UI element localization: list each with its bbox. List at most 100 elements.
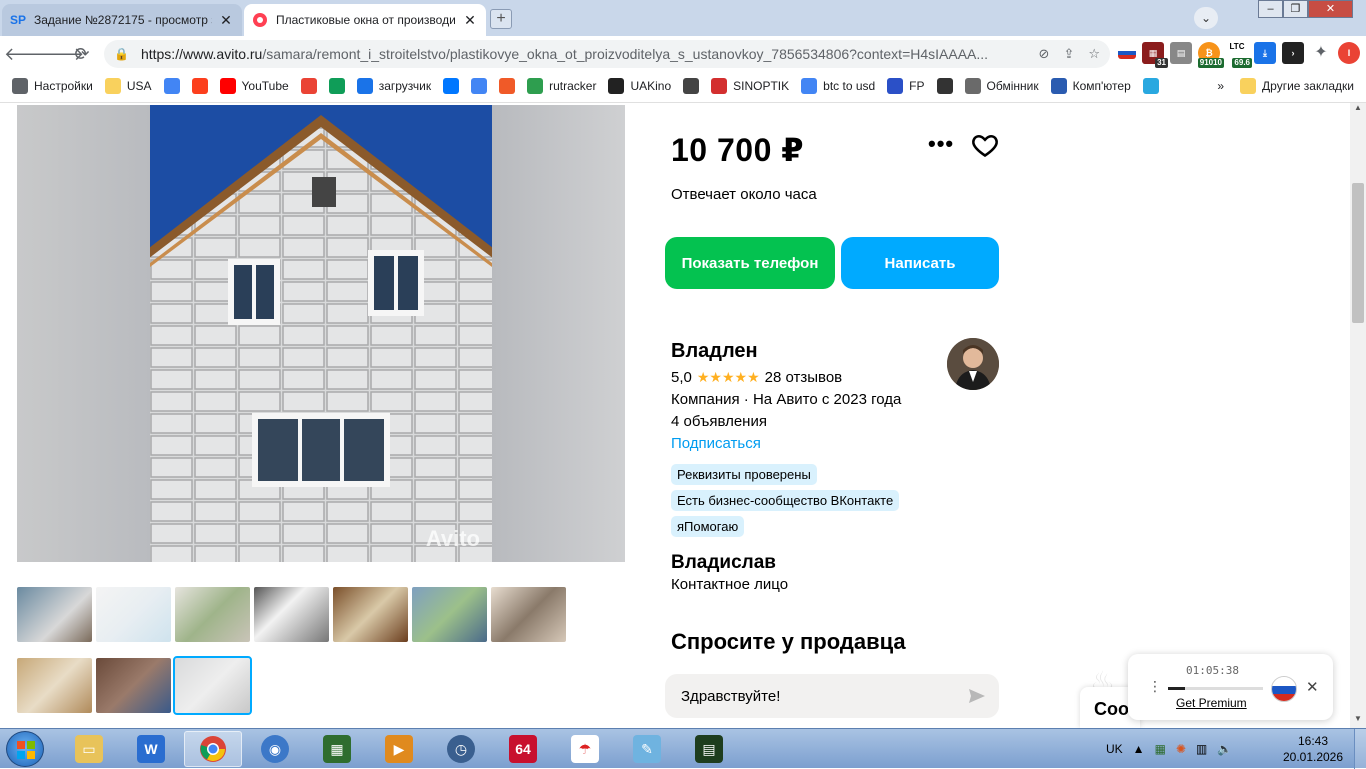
bookmark-horse[interactable] [683, 78, 700, 94]
show-desktop-button[interactable] [1354, 729, 1366, 769]
tray-expand-icon[interactable]: ▲ [1133, 742, 1145, 756]
page-scrollbar[interactable]: ▲ ▼ [1350, 103, 1366, 728]
photo-thumbnail[interactable] [175, 587, 250, 642]
address-bar[interactable]: 🔒 https://www.avito.ru/samara/remont_i_s… [104, 40, 1110, 68]
close-icon[interactable]: ✕ [218, 12, 234, 29]
bookmark-fp[interactable]: FP [887, 78, 925, 94]
seller-name[interactable]: Владлен [671, 340, 758, 363]
globe-taskbar[interactable]: ◉ [246, 731, 304, 767]
clock-taskbar[interactable]: ◷ [432, 731, 490, 767]
maximize-button[interactable]: ❐ [1283, 0, 1308, 18]
calendar-icon[interactable]: ▦ 31 [1142, 42, 1168, 68]
bookmark-комп-ютер[interactable]: Комп'ютер [1050, 78, 1131, 94]
new-tab-button[interactable]: + [490, 9, 512, 29]
bookmark-vk[interactable] [443, 78, 460, 94]
photo-thumbnail[interactable] [173, 656, 252, 715]
tray-volume-icon[interactable]: 🔈 [1217, 742, 1232, 756]
vpn-close-icon[interactable]: ✕ [1306, 678, 1319, 696]
show-phone-button[interactable]: Показать телефон [665, 237, 835, 289]
bookmark-translate[interactable] [471, 78, 488, 94]
reload-icon[interactable]: ⟳ [68, 40, 96, 68]
bookmark-usa[interactable]: USA [104, 78, 152, 94]
other-bookmarks[interactable]: Другие закладки [1240, 78, 1354, 94]
tab-avito[interactable]: Пластиковые окна от производи ✕ [244, 4, 486, 36]
bookmark-uakino[interactable]: UAKino [608, 78, 671, 94]
photo-thumbnail[interactable] [333, 587, 408, 642]
language-indicator[interactable]: UK [1106, 742, 1123, 756]
terminal-taskbar[interactable]: ▤ [680, 731, 738, 767]
write-message-button[interactable]: Написать [841, 237, 999, 289]
flag-ru-icon[interactable] [1271, 676, 1297, 702]
photo-thumbnail[interactable] [17, 587, 92, 642]
puzzle-icon[interactable]: ✦ [1310, 42, 1332, 64]
console-icon[interactable]: › [1282, 42, 1304, 64]
photo-thumbnail[interactable] [254, 587, 329, 642]
back-icon[interactable]: 🡐 [4, 40, 52, 68]
tray-network-icon[interactable]: ✺ [1176, 742, 1186, 756]
taskmgr-taskbar[interactable]: ▦ [308, 731, 366, 767]
bookmark-google[interactable] [163, 78, 180, 94]
bookmark-youtube[interactable]: YouTube [219, 78, 289, 94]
bookmark-настройки[interactable]: Настройки [12, 78, 93, 94]
minimize-button[interactable]: – [1258, 0, 1283, 18]
share-icon[interactable]: ⇪ [1063, 46, 1074, 62]
close-icon[interactable]: ✕ [462, 12, 478, 29]
tag-ya-pomogayu[interactable]: яПомогаю [671, 516, 745, 537]
bitcoin-icon[interactable]: ₿ 91010 [1197, 42, 1224, 68]
bookmark-yandex[interactable] [191, 78, 208, 94]
bookmark-bc[interactable] [936, 78, 953, 94]
bookmark-drive[interactable] [328, 78, 345, 94]
flag-ru-icon[interactable] [1118, 47, 1136, 59]
umbrella-taskbar[interactable]: ☂ [556, 731, 614, 767]
explorer-taskbar[interactable]: ▭ [60, 731, 118, 767]
shield-taskbar[interactable]: W [122, 731, 180, 767]
subscribe-link[interactable]: Подписаться [671, 435, 761, 452]
photo-thumbnail[interactable] [17, 658, 92, 713]
bookmark-gmail[interactable] [300, 78, 317, 94]
tray-device-icon[interactable]: ▥ [1196, 742, 1207, 756]
ask-seller-message[interactable]: Здравствуйте! [665, 674, 999, 718]
bookmark-обмінник[interactable]: Обмінник [964, 78, 1039, 94]
profile-icon[interactable]: I [1338, 42, 1360, 64]
favorite-heart-icon[interactable] [971, 131, 999, 159]
scroll-down-icon[interactable]: ▼ [1350, 714, 1366, 728]
photo-thumbnail[interactable] [96, 658, 171, 713]
aida64-taskbar[interactable]: 64 [494, 731, 552, 767]
player-taskbar[interactable]: ▶ [370, 731, 428, 767]
taskbar-clock[interactable]: 16:43 20.01.2026 [1278, 733, 1348, 765]
photo-thumbnail[interactable] [96, 587, 171, 642]
photo-thumbnail[interactable] [491, 587, 566, 642]
notes-taskbar[interactable]: ✎ [618, 731, 676, 767]
tray-app-icon[interactable]: ▦ [1155, 742, 1166, 756]
bookmark-star-icon[interactable]: ☆ [1088, 46, 1100, 62]
more-options-icon[interactable]: ••• [928, 131, 954, 157]
main-photo[interactable]: Avito [17, 105, 625, 562]
tag-verified[interactable]: Реквизиты проверены [671, 464, 817, 485]
tab-task[interactable]: SP Задание №2872175 - просмотр за ✕ [2, 4, 242, 36]
bookmark-f[interactable] [499, 78, 516, 94]
ltc-icon[interactable]: LTC 69.6 [1226, 42, 1252, 68]
more-bookmarks-icon[interactable]: » [1217, 79, 1224, 93]
forward-icon[interactable]: 🡒 [36, 40, 84, 68]
vpn-menu-icon[interactable]: ⋮ [1148, 678, 1162, 695]
scrollbar-thumb[interactable] [1352, 183, 1364, 323]
scroll-up-icon[interactable]: ▲ [1350, 103, 1366, 117]
url-text[interactable]: https://www.avito.ru/samara/remont_i_str… [141, 46, 1039, 62]
chrome-taskbar[interactable] [184, 731, 242, 767]
seller-ads-count[interactable]: 4 объявления [671, 413, 767, 430]
bookmark-star[interactable] [1142, 78, 1159, 94]
block-icon[interactable]: ⊘ [1039, 46, 1050, 62]
download-icon[interactable]: ⤓ [1254, 42, 1276, 64]
start-button[interactable] [6, 731, 44, 767]
get-premium-link[interactable]: Get Premium [1176, 696, 1247, 710]
reviews-link[interactable]: 28 отзывов [765, 369, 843, 386]
bookmark-sinoptik[interactable]: SINOPTIK [711, 78, 789, 94]
tag-vk-community[interactable]: Есть бизнес-сообщество ВКонтакте [671, 490, 900, 511]
bookmark-rutracker[interactable]: rutracker [527, 78, 596, 94]
seller-avatar[interactable] [947, 338, 999, 390]
photo-thumbnail[interactable] [412, 587, 487, 642]
briefcase-icon[interactable]: ▤ [1170, 42, 1192, 64]
window-close-button[interactable]: ✕ [1308, 0, 1353, 18]
send-icon[interactable] [967, 686, 987, 706]
tab-search-button[interactable]: ⌄ [1194, 7, 1218, 29]
